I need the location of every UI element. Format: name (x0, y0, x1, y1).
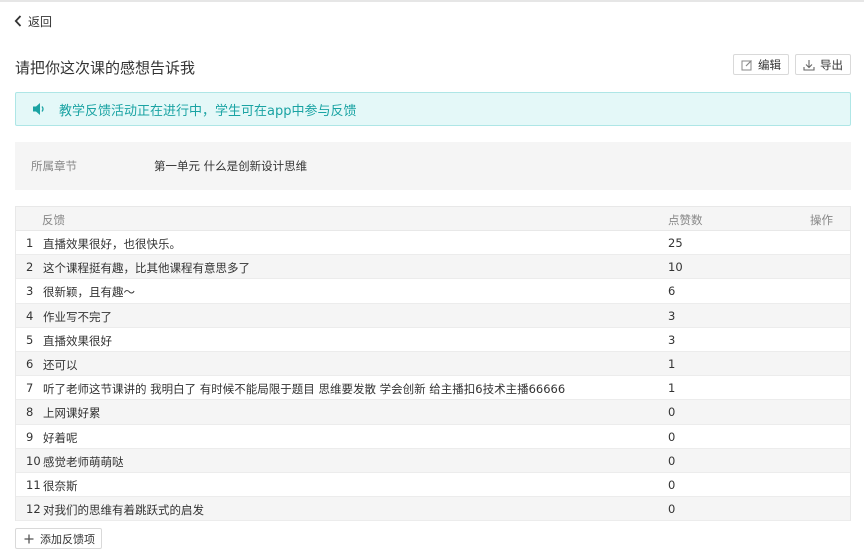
table-row[interactable]: 11 很奈斯 0 (16, 473, 850, 498)
page-title: 请把你这次课的感想告诉我 (15, 59, 196, 77)
table-row[interactable]: 12 对我们的思维有着跳跃式的启发 0 (16, 497, 850, 522)
row-index: 8 (26, 405, 34, 420)
table-row[interactable]: 5 直播效果很好 3 (16, 328, 850, 352)
row-text: 好着呢 (43, 430, 78, 445)
row-index: 1 (26, 236, 34, 250)
row-text: 感觉老师萌萌哒 (43, 454, 124, 469)
table-row[interactable]: 2 这个课程挺有趣，比其他课程有意思多了 10 (16, 255, 850, 280)
row-likes: 1 (668, 381, 676, 396)
row-likes: 25 (668, 236, 683, 250)
add-feedback-label: 添加反馈项 (40, 532, 95, 546)
top-divider (0, 0, 864, 2)
row-likes: 0 (668, 429, 676, 444)
row-likes: 3 (668, 308, 676, 323)
edit-button[interactable]: 编辑 (733, 54, 789, 75)
row-likes: 3 (668, 332, 676, 347)
feedback-table: 反馈 点赞数 操作 1 直播效果很好，也很快乐。 25 2 这个课程挺有趣，比其他课程… (15, 206, 851, 522)
edit-label: 编辑 (758, 57, 781, 72)
row-index: 3 (26, 284, 34, 299)
row-index: 6 (26, 356, 34, 371)
row-text: 作业写不完了 (43, 309, 112, 324)
row-text: 上网课好累 (43, 406, 101, 421)
table-row[interactable]: 4 作业写不完了 3 (16, 303, 850, 328)
chapter-value: 第一单元 什么是创新设计思维 (154, 159, 308, 173)
download-icon (803, 59, 815, 71)
table-row[interactable]: 10 感觉老师萌萌哒 0 (16, 448, 850, 473)
header-feedback: 反馈 (42, 213, 65, 227)
row-index: 12 (26, 502, 41, 517)
edit-icon (741, 59, 752, 70)
plus-icon (24, 534, 34, 543)
row-index: 10 (26, 453, 41, 468)
table-row[interactable]: 8 上网课好累 0 (16, 400, 850, 425)
notice-text: 教学反馈活动正在进行中，学生可在app中参与反馈 (59, 103, 357, 119)
export-label: 导出 (820, 57, 843, 72)
header-actions: 操作 (810, 213, 833, 227)
row-index: 9 (26, 429, 34, 444)
row-text: 这个课程挺有趣，比其他课程有意思多了 (43, 261, 250, 276)
back-label: 返回 (28, 14, 53, 29)
row-index: 4 (26, 308, 34, 323)
notice-banner: 教学反馈活动正在进行中，学生可在app中参与反馈 (15, 92, 851, 126)
table-row[interactable]: 9 好着呢 0 (16, 425, 850, 449)
export-button[interactable]: 导出 (795, 54, 851, 75)
row-text: 对我们的思维有着跳跃式的启发 (43, 503, 204, 518)
row-index: 7 (26, 381, 34, 396)
row-likes: 6 (668, 284, 676, 299)
chapter-info: 所属章节 第一单元 什么是创新设计思维 (15, 142, 851, 190)
speaker-icon (33, 103, 44, 115)
table-header: 反馈 点赞数 操作 (16, 207, 850, 231)
row-text: 听了老师这节课讲的 我明白了 有时候不能局限于题目 思维要发散 学会创新 给主播… (43, 382, 566, 397)
row-likes: 1 (668, 356, 676, 371)
header-likes[interactable]: 点赞数 (668, 212, 703, 228)
chapter-label: 所属章节 (31, 159, 77, 173)
row-likes: 0 (668, 502, 676, 517)
add-feedback-button[interactable]: 添加反馈项 (15, 528, 102, 549)
row-text: 还可以 (43, 357, 78, 372)
row-likes: 0 (668, 453, 676, 468)
row-text: 直播效果很好 (43, 333, 112, 348)
row-index: 11 (26, 477, 41, 492)
row-text: 很新颖，且有趣～ (43, 285, 135, 300)
table-row[interactable]: 6 还可以 1 (16, 351, 850, 377)
table-row[interactable]: 1 直播效果很好，也很快乐。 25 (16, 231, 850, 256)
table-body: 1 直播效果很好，也很快乐。 25 2 这个课程挺有趣，比其他课程有意思多了 10 3很… (16, 231, 850, 522)
table-row[interactable]: 7 听了老师这节课讲的 我明白了 有时候不能局限于题目 思维要发散 学会创新 给主… (16, 376, 850, 401)
row-likes: 0 (668, 477, 676, 492)
row-likes: 10 (668, 260, 683, 275)
chevron-left-icon (14, 15, 22, 27)
row-likes: 0 (668, 405, 676, 420)
row-index: 2 (26, 260, 34, 275)
row-index: 5 (26, 332, 34, 347)
row-text: 直播效果很好，也很快乐。 (43, 237, 181, 251)
row-text: 很奈斯 (43, 478, 78, 493)
table-row[interactable]: 3 很新颖，且有趣～ 6 (16, 279, 850, 304)
back-button[interactable]: 返回 (14, 12, 52, 30)
